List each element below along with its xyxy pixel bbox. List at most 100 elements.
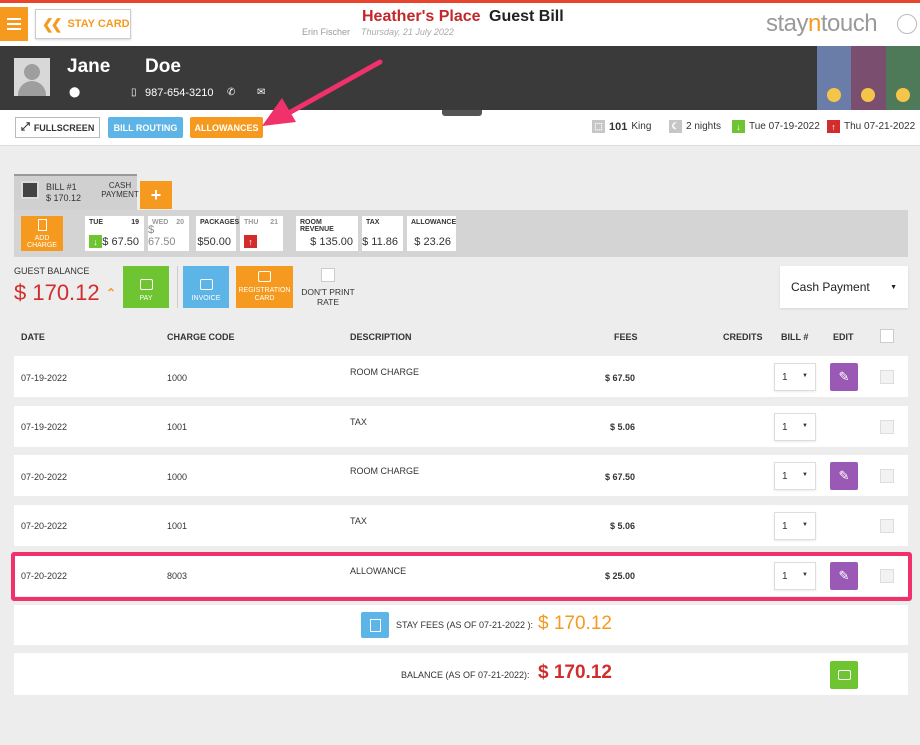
room-type: King — [631, 121, 652, 132]
day-amount: $ 67.50 — [148, 224, 176, 248]
allowance-label: ALLOWANCE — [411, 219, 457, 226]
row-checkbox[interactable] — [880, 420, 894, 434]
edit-button[interactable]: ✎ — [830, 462, 858, 490]
caret-down-icon: ▼ — [802, 522, 808, 528]
guest-balance-amount: $ 170.12 — [14, 280, 100, 305]
phone-icon[interactable]: ✆ — [227, 87, 235, 98]
col-description: DESCRIPTION — [350, 332, 412, 342]
row-description: ROOM CHARGE — [350, 367, 420, 377]
row-description: TAX — [350, 417, 367, 427]
registration-card-button[interactable]: REGISTRATION CARD — [236, 266, 293, 308]
drawer-handle[interactable] — [442, 110, 482, 116]
row-date: 07-19-2022 — [21, 373, 68, 383]
email-icon[interactable]: ✉ — [257, 87, 265, 98]
bill-number-value: 1 — [782, 520, 788, 532]
stay-card-button[interactable]: ❮❮ STAY CARD — [35, 9, 131, 39]
double-chevron-left-icon: ❮❮ — [42, 15, 63, 32]
departure-date: Thu 07-21-2022 — [844, 121, 916, 132]
row-checkbox[interactable] — [880, 519, 894, 533]
bill-number-value: 1 — [782, 470, 788, 482]
col-bill: BILL # — [781, 332, 809, 342]
double-chevron-up-icon[interactable]: ⌃ — [106, 286, 116, 300]
day-card-wed[interactable]: WED 20 $ 67.50 — [148, 216, 189, 251]
search-icon — [896, 88, 910, 102]
room-revenue-label: ROOM REVENUE — [300, 219, 334, 233]
registration-card-label: REGISTRATION CARD — [238, 287, 291, 302]
document-icon — [199, 279, 213, 290]
invoice-button[interactable]: INVOICE — [183, 266, 229, 308]
day-card-tue[interactable]: TUE 19 ↓ $ 67.50 — [85, 216, 144, 251]
stayntouch-logo: stayntouch — [766, 10, 878, 38]
add-charge-label: ADD CHARGE — [27, 235, 57, 249]
row-bill-select[interactable]: 1 ▼ — [774, 363, 816, 391]
row-charge-code: 1001 — [167, 422, 188, 432]
col-credits: CREDITS — [723, 332, 763, 342]
arrival-date: Tue 07-19-2022 — [749, 121, 820, 132]
nights-info: ☾ 2 nights — [669, 120, 721, 133]
bill-routing-button[interactable]: BILL ROUTING — [108, 117, 183, 138]
room-revenue-card: ROOM REVENUE $ 135.00 — [296, 216, 358, 251]
page-title: Guest Bill — [489, 8, 564, 25]
departure-arrow-icon: ↑ — [827, 120, 840, 133]
logo-text-touch: touch — [820, 10, 878, 37]
document-icon[interactable] — [361, 612, 389, 638]
caret-down-icon: ▼ — [890, 284, 897, 291]
room-icon: ⬚ — [592, 120, 605, 133]
allowances-button[interactable]: ALLOWANCES — [190, 117, 263, 138]
pay-button[interactable]: PAY — [123, 266, 169, 308]
day-number: 21 — [270, 219, 278, 226]
room-revenue-value: $ 135.00 — [310, 236, 353, 248]
caret-down-icon: ▼ — [802, 472, 808, 478]
select-all-checkbox[interactable] — [880, 329, 894, 343]
row-description: TAX — [350, 516, 367, 526]
day-card-thu[interactable]: THU 21 ↑ — [240, 216, 283, 251]
search-icon — [861, 88, 875, 102]
guest-balance-label: GUEST BALANCE — [14, 266, 90, 276]
guest-phone: 987-654-3210 — [145, 87, 214, 99]
room-info-tile[interactable] — [817, 46, 853, 110]
add-charge-button[interactable]: ADD CHARGE — [21, 216, 63, 251]
loyalty-tile[interactable] — [886, 46, 920, 110]
row-checkbox[interactable] — [880, 370, 894, 384]
row-fees: $ 67.50 — [604, 373, 635, 383]
search-icon — [827, 88, 841, 102]
moon-icon: ☾ — [669, 120, 682, 133]
hamburger-menu-icon[interactable] — [0, 7, 28, 41]
wallet-icon[interactable] — [830, 661, 858, 689]
avatar[interactable] — [14, 58, 50, 96]
departure-info: ↑ Thu 07-21-2022 — [827, 120, 915, 133]
day-of-week: THU — [244, 219, 259, 226]
stay-fees-label: STAY FEES (AS OF 07-21-2022 ): — [396, 620, 534, 630]
dont-print-rate-checkbox[interactable] — [321, 268, 335, 282]
room-info: ⬚ 101 King — [592, 120, 651, 133]
pay-label: PAY — [139, 295, 153, 302]
packages-card: PACKAGES $50.00 — [196, 216, 239, 251]
row-bill-select[interactable]: 1 ▼ — [774, 413, 816, 441]
departure-arrow-icon: ↑ — [244, 235, 257, 248]
arrival-arrow-icon: ↓ — [732, 120, 745, 133]
location-pin-icon[interactable]: ⬤ — [69, 87, 80, 98]
day-amount: $ 67.50 — [102, 236, 139, 248]
globe-info-tile[interactable] — [851, 46, 887, 110]
bill-amount: $ 170.12 — [46, 193, 82, 203]
row-fees: $ 5.06 — [609, 521, 635, 531]
row-bill-select[interactable]: 1 ▼ — [774, 512, 816, 540]
row-charge-code: 1000 — [167, 373, 188, 383]
guest-last-name: Doe — [145, 56, 181, 77]
bill-icon — [21, 181, 39, 199]
row-charge-code: 1001 — [167, 521, 188, 531]
row-fees: $ 5.06 — [609, 422, 635, 432]
packages-value: $50.00 — [197, 236, 231, 248]
balance-label: BALANCE (AS OF 07-21-2022): — [401, 670, 530, 680]
edit-button[interactable]: ✎ — [830, 363, 858, 391]
business-date: Thursday, 21 July 2022 — [361, 27, 454, 37]
allowance-row-highlight — [11, 552, 912, 601]
row-bill-select[interactable]: 1 ▼ — [774, 462, 816, 490]
row-charge-code: 1000 — [167, 472, 188, 482]
add-bill-button[interactable]: + — [140, 181, 172, 209]
payment-method-select[interactable]: Cash Payment ▼ — [780, 266, 908, 308]
fullscreen-button[interactable]: ⤢ FULLSCREEN — [15, 117, 100, 138]
logo-wave-icon — [897, 14, 917, 34]
row-checkbox[interactable] — [880, 469, 894, 483]
bill-payment-type: CASH PAYMENT — [101, 181, 139, 199]
